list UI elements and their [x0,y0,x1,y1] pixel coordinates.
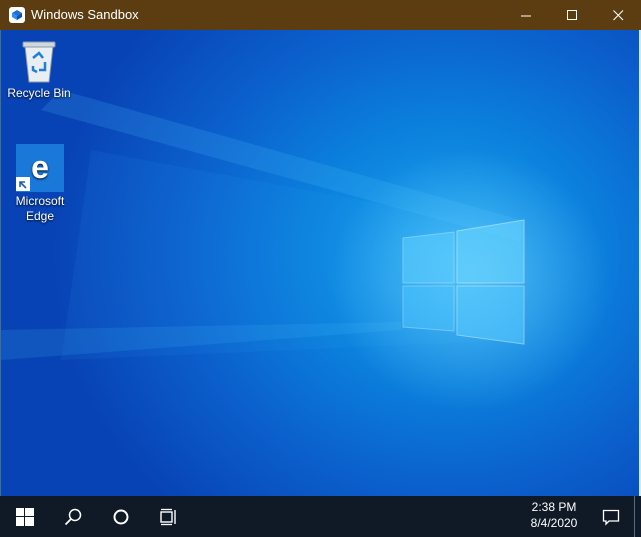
action-center-icon [602,509,620,526]
sandbox-window: Windows Sandbox Recycle Bin e Microsoft … [0,0,641,537]
minimize-button[interactable] [503,0,549,30]
cortana-icon [113,509,129,524]
recycle-bin-icon [15,36,63,84]
action-center-button[interactable] [594,496,628,537]
cortana-button[interactable] [97,496,145,537]
desktop-icon-label: Recycle Bin [7,86,71,100]
maximize-button[interactable] [549,0,595,30]
edge-icon: e [16,144,64,192]
svg-text:e: e [31,149,49,185]
task-view-icon [160,508,176,525]
start-icon [16,507,34,526]
window-frame-left [0,30,1,496]
search-icon [64,508,82,525]
taskbar-clock[interactable]: 2:38 PM 8/4/2020 [514,496,594,537]
minimize-icon [520,15,531,16]
search-button[interactable] [49,496,97,537]
desktop-icon-microsoft-edge[interactable]: e Microsoft Edge [2,144,78,224]
desktop-icon-recycle-bin[interactable]: Recycle Bin [1,36,77,101]
clock-time: 2:38 PM [531,500,577,514]
window-title: Windows Sandbox [31,7,139,22]
task-view-button[interactable] [145,496,193,537]
taskbar: 2:38 PM 8/4/2020 [0,496,641,537]
close-icon [612,9,623,20]
desktop-icon-label: Microsoft Edge [15,194,65,223]
close-button[interactable] [595,0,641,30]
title-bar[interactable]: Windows Sandbox [0,0,641,30]
sandbox-app-icon [9,7,25,23]
desktop[interactable]: Recycle Bin e Microsoft Edge [1,30,639,496]
clock-date: 8/4/2020 [530,516,578,530]
maximize-icon [566,9,577,20]
show-desktop-button[interactable] [634,496,641,537]
start-button[interactable] [1,496,49,537]
wallpaper-windows-logo [1,90,611,410]
